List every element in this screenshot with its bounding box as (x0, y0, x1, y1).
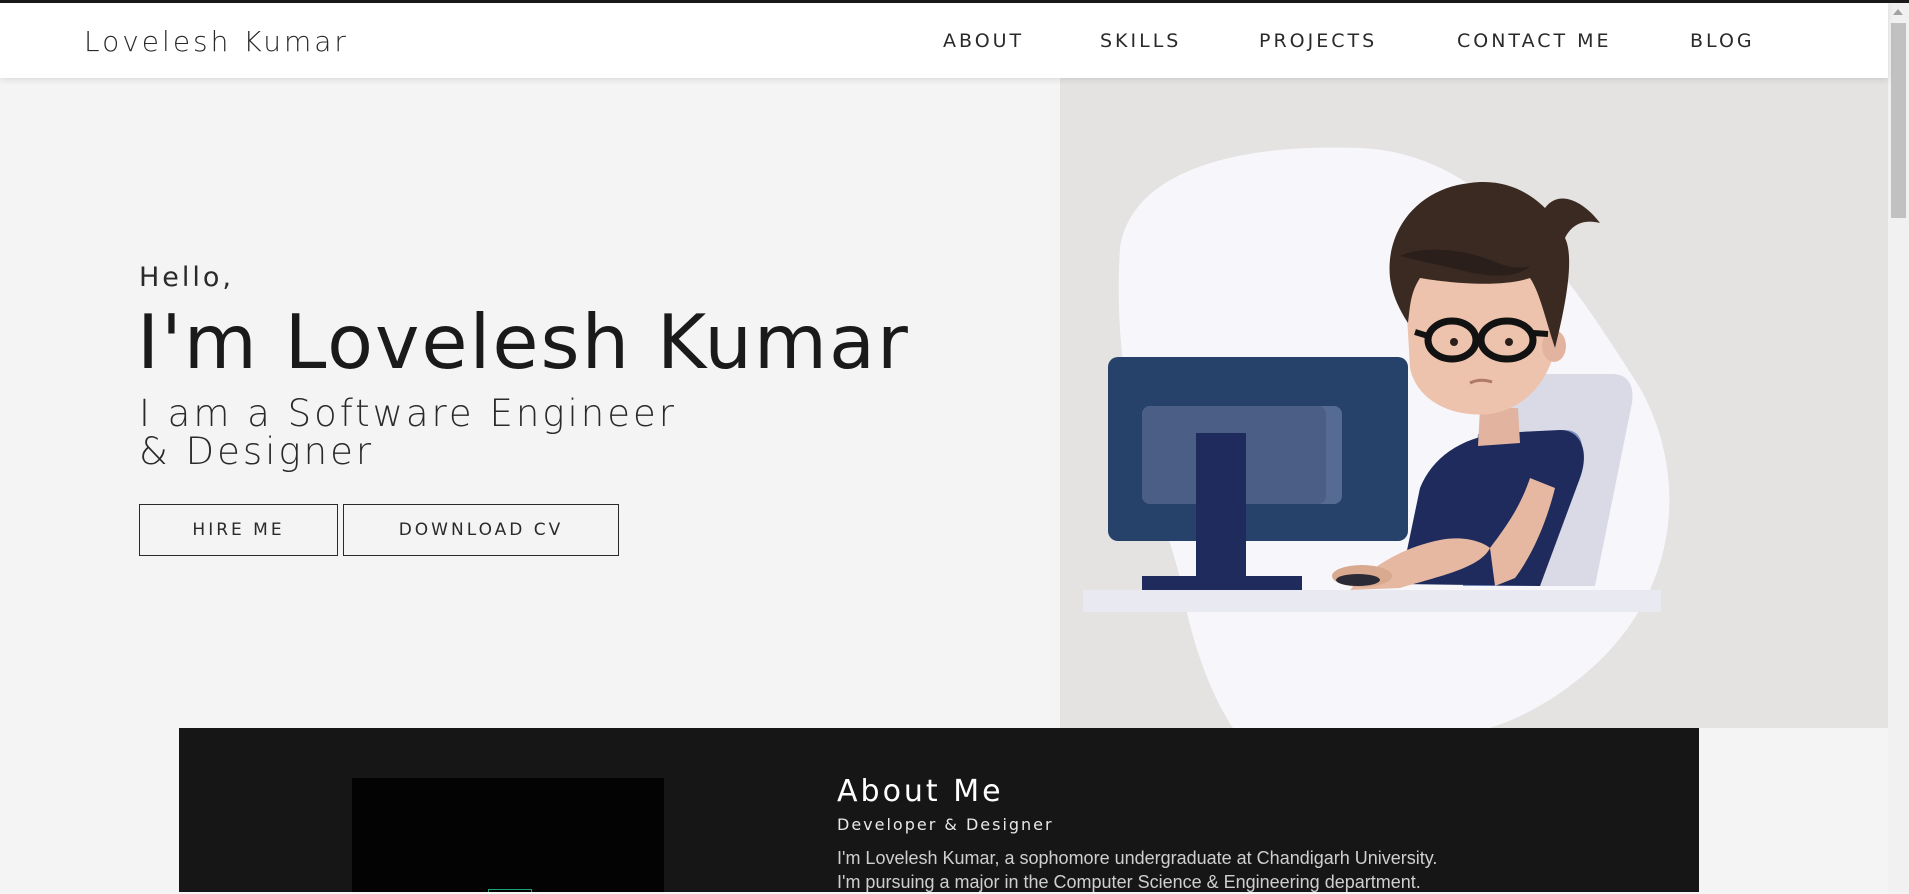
about-photo (352, 778, 664, 892)
hero-tagline-line2: & Designer (139, 430, 375, 473)
hero-name: I'm Lovelesh Kumar (137, 298, 910, 386)
nav-skills[interactable]: SKILLS (1100, 30, 1181, 52)
navbar: Lovelesh Kumar ABOUT SKILLS PROJECTS CON… (0, 3, 1888, 78)
nav-blog[interactable]: BLOG (1690, 30, 1755, 52)
about-line-1: I'm Lovelesh Kumar, a sophomore undergra… (837, 848, 1438, 868)
scroll-thumb[interactable] (1891, 23, 1906, 218)
hero-tagline: I am a Software Engineer & Designer (139, 395, 699, 471)
about-line-2: I'm pursuing a major in the Computer Sci… (837, 872, 1421, 892)
about-subtitle: Developer & Designer (837, 815, 1054, 834)
hero-greeting: Hello, (139, 262, 235, 293)
about-description: I'm Lovelesh Kumar, a sophomore undergra… (837, 846, 1597, 894)
hire-me-button[interactable]: HIRE ME (139, 504, 338, 556)
hero-illustration-panel (1060, 78, 1888, 728)
nav-contact-me[interactable]: CONTACT ME (1457, 30, 1612, 52)
download-cv-button[interactable]: DOWNLOAD CV (343, 504, 619, 556)
nav-about[interactable]: ABOUT (943, 30, 1024, 52)
scroll-up-arrow-icon[interactable] (1893, 9, 1903, 15)
about-section: About Me Developer & Designer I'm Lovele… (179, 728, 1699, 892)
about-title: About Me (837, 774, 1004, 809)
nav-projects[interactable]: PROJECTS (1259, 30, 1377, 52)
hero-tagline-line1: I am a Software Engineer (139, 392, 677, 435)
brand-logo[interactable]: Lovelesh Kumar (84, 25, 349, 58)
developer-at-computer-illustration (1083, 147, 1670, 728)
page-scrollbar[interactable] (1888, 3, 1909, 892)
